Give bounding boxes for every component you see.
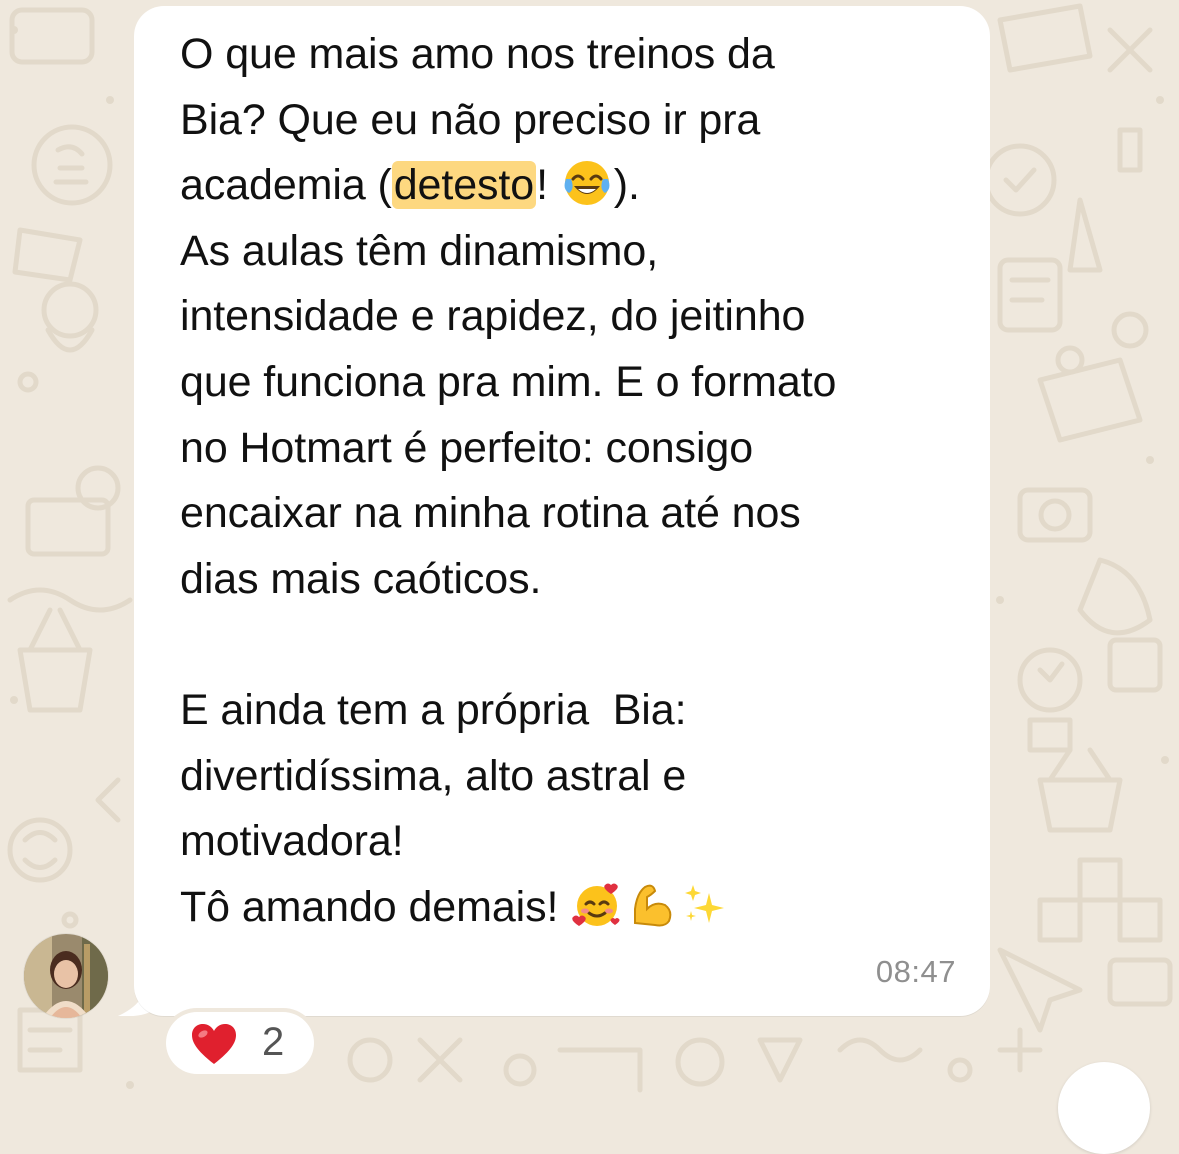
message-bubble[interactable]: O que mais amo nos treinos da Bia? Que e… [118, 6, 990, 1016]
sparkles-emoji-icon [679, 879, 731, 931]
message-line: academia (detesto! ). [180, 153, 980, 219]
scroll-to-bottom-button[interactable] [1058, 1062, 1150, 1154]
message-line: As aulas têm dinamismo, [180, 226, 659, 275]
message-line: divertidíssima, alto astral e [180, 751, 687, 800]
message-timestamp: 08:47 [875, 954, 956, 989]
message-line: intensidade e rapidez, do jeitinho [180, 292, 806, 341]
highlighted-word: detesto [391, 161, 537, 210]
flexed-biceps-emoji-icon [625, 879, 677, 931]
message-line: E ainda tem a própria Bia: [180, 685, 687, 734]
smiling-face-with-hearts-emoji-icon [571, 879, 623, 931]
message-line: que funciona pra mim. E o formato [180, 357, 837, 406]
message-line: motivadora! [180, 817, 404, 866]
message-text-segment: ). [613, 161, 640, 210]
message-line: Tô amando demais! [180, 875, 980, 941]
reaction-badge[interactable]: 2 [166, 1012, 314, 1074]
message-line: encaixar na minha rotina até nos [180, 489, 801, 538]
message-text-segment: academia ( [180, 161, 392, 210]
reaction-count: 2 [262, 1020, 285, 1064]
sender-avatar[interactable] [24, 934, 108, 1018]
message-line: no Hotmart é perfeito: consigo [180, 423, 754, 472]
message-line: dias mais caóticos. [180, 554, 542, 603]
message-line: Bia? Que eu não preciso ir pra [180, 95, 761, 144]
message-text-segment: Tô amando demais! [180, 882, 571, 931]
avatar-photo-icon [24, 934, 108, 1018]
message-line: O que mais amo nos treinos da [180, 30, 775, 78]
message-text-segment: ! [536, 161, 560, 210]
tears-of-joy-emoji-icon [561, 157, 613, 209]
message-line-blank [180, 612, 980, 678]
heart-icon [192, 1024, 236, 1064]
message-text: O que mais amo nos treinos da Bia? Que e… [180, 22, 980, 940]
bubble-body: O que mais amo nos treinos da Bia? Que e… [134, 6, 990, 1016]
